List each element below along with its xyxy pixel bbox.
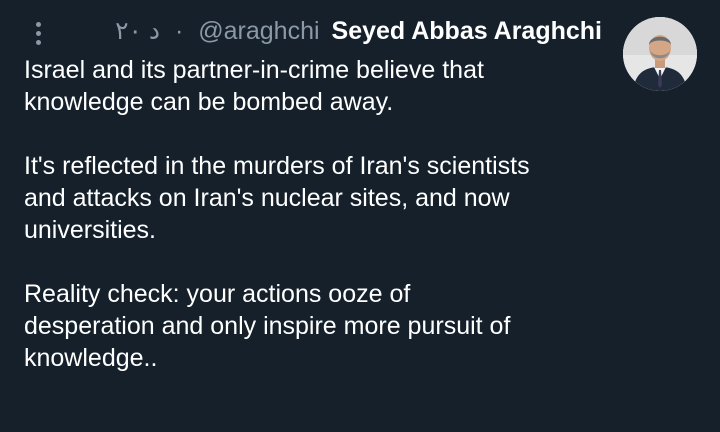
- text-line: knowledge..: [24, 344, 158, 372]
- tweet-meta: ۲۰ د · @araghchi: [115, 16, 319, 46]
- paragraph: It's reflected in the murders of Iran's …: [24, 150, 614, 246]
- text-line: It's reflected in the murders of Iran's …: [24, 152, 530, 180]
- more-options-icon[interactable]: [28, 16, 48, 50]
- author-handle[interactable]: @araghchi: [198, 17, 319, 45]
- meta-separator: ·: [174, 17, 184, 45]
- text-line: Israel and its partner-in-crime believe …: [24, 56, 484, 84]
- more-dot: [35, 21, 41, 27]
- more-dot: [35, 30, 41, 36]
- avatar[interactable]: [623, 17, 697, 91]
- paragraph: Reality check: your actions ooze of desp…: [24, 278, 614, 374]
- text-line: desperation and only inspire more pursui…: [24, 312, 511, 340]
- text-line: and attacks on Iran's nuclear sites, and…: [24, 184, 510, 212]
- text-line: knowledge can be bombed away.: [24, 88, 394, 116]
- avatar-image: [623, 17, 697, 91]
- text-line: universities.: [24, 216, 156, 244]
- tweet-card[interactable]: ۲۰ د · @araghchi Seyed Abbas Araghchi Is…: [0, 0, 720, 432]
- author-name[interactable]: Seyed Abbas Araghchi: [332, 17, 602, 46]
- tweet-text: Israel and its partner-in-crime believe …: [24, 54, 614, 374]
- paragraph: Israel and its partner-in-crime believe …: [24, 54, 614, 118]
- tweet-timestamp[interactable]: ۲۰ د: [115, 17, 160, 45]
- tweet-header: ۲۰ د · @araghchi Seyed Abbas Araghchi: [115, 14, 602, 48]
- more-dot: [35, 39, 41, 45]
- text-line: Reality check: your actions ooze of: [24, 280, 411, 308]
